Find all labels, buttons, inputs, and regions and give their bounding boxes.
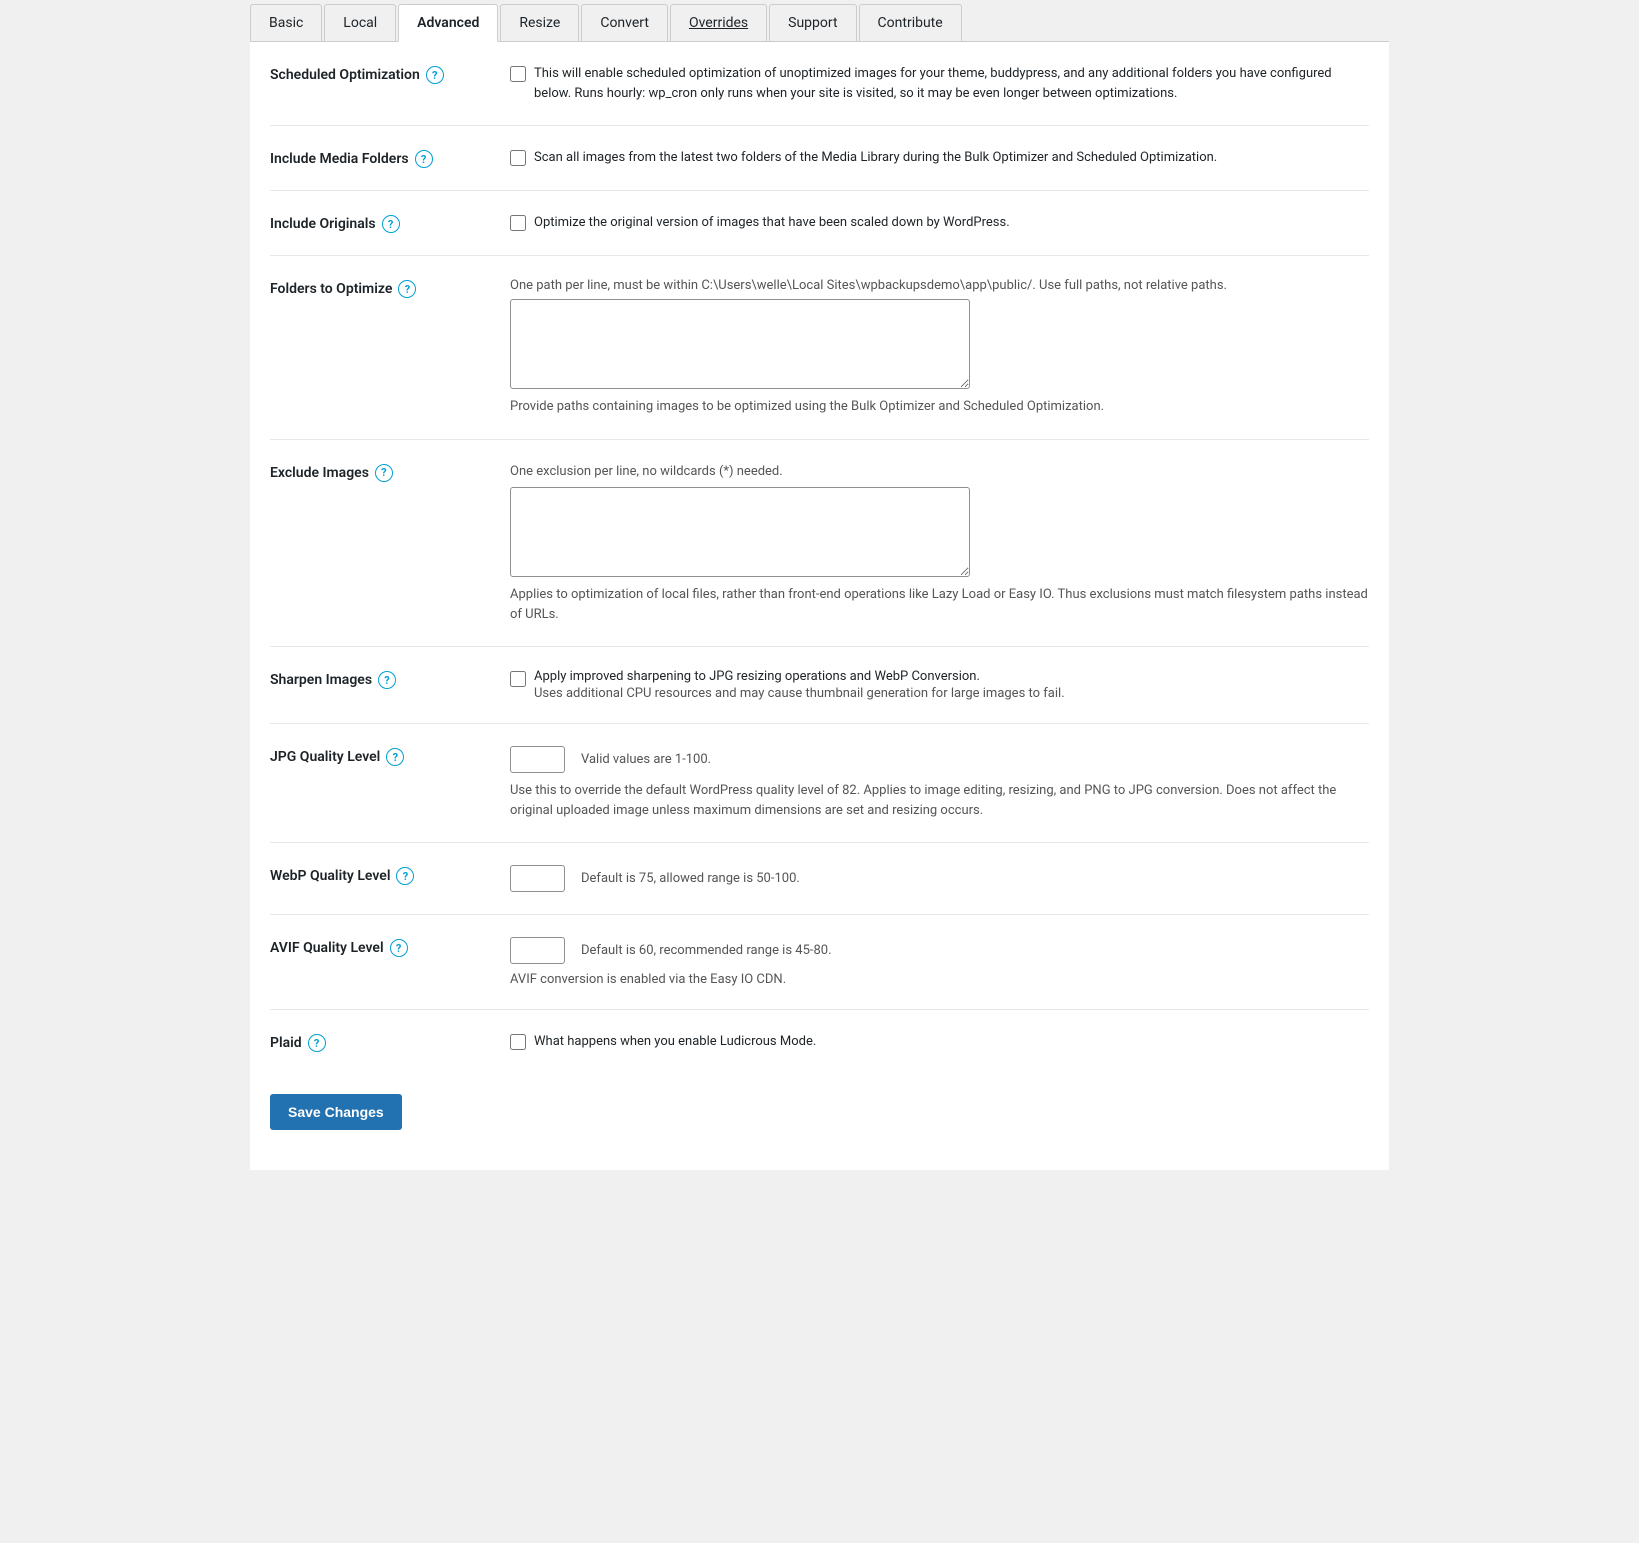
avif-quality-level-label: AVIF Quality Level ?	[270, 937, 490, 957]
settings-content: Scheduled Optimization ? This will enabl…	[250, 42, 1389, 1074]
plaid-row: Plaid ? What happens when you enable Lud…	[270, 1010, 1369, 1074]
exclude-images-description-below: Applies to optimization of local files, …	[510, 585, 1369, 624]
plaid-control: What happens when you enable Ludicrous M…	[510, 1032, 1369, 1052]
tab-resize[interactable]: Resize	[500, 4, 579, 41]
include-media-folders-help-icon[interactable]: ?	[415, 150, 433, 168]
tabs-bar: Basic Local Advanced Resize Convert Over…	[250, 0, 1389, 42]
tab-convert[interactable]: Convert	[581, 4, 668, 41]
include-media-folders-checkbox[interactable]	[510, 150, 526, 166]
folders-to-optimize-textarea[interactable]	[510, 299, 970, 389]
webp-quality-input[interactable]	[510, 865, 565, 892]
jpg-quality-level-help-icon[interactable]: ?	[386, 748, 404, 766]
webp-quality-level-label: WebP Quality Level ?	[270, 865, 490, 885]
tab-support[interactable]: Support	[769, 4, 856, 41]
exclude-images-help-icon[interactable]: ?	[375, 464, 393, 482]
tab-basic[interactable]: Basic	[250, 4, 322, 41]
include-media-folders-label: Include Media Folders ?	[270, 148, 490, 168]
include-originals-checkbox[interactable]	[510, 215, 526, 231]
sharpen-images-row: Sharpen Images ? Apply improved sharpeni…	[270, 647, 1369, 724]
jpg-quality-description-below: Use this to override the default WordPre…	[510, 781, 1369, 820]
scheduled-optimization-checkbox-row: This will enable scheduled optimization …	[510, 64, 1369, 103]
webp-quality-inline-description: Default is 75, allowed range is 50-100.	[581, 871, 800, 886]
plaid-description: What happens when you enable Ludicrous M…	[534, 1032, 816, 1052]
sharpen-images-description-line1: Apply improved sharpening to JPG resizin…	[534, 669, 1065, 684]
jpg-quality-level-label: JPG Quality Level ?	[270, 746, 490, 766]
tab-local[interactable]: Local	[324, 4, 396, 41]
sharpen-images-control: Apply improved sharpening to JPG resizin…	[510, 669, 1369, 701]
jpg-quality-inline-description: Valid values are 1-100.	[581, 752, 711, 767]
plaid-checkbox-row: What happens when you enable Ludicrous M…	[510, 1032, 1369, 1052]
scheduled-optimization-checkbox[interactable]	[510, 66, 526, 82]
exclude-images-control: One exclusion per line, no wildcards (*)…	[510, 462, 1369, 625]
include-originals-description: Optimize the original version of images …	[534, 213, 1010, 233]
folders-to-optimize-label: Folders to Optimize ?	[270, 278, 490, 298]
exclude-images-label: Exclude Images ?	[270, 462, 490, 482]
folders-to-optimize-help-icon[interactable]: ?	[398, 280, 416, 298]
plaid-label: Plaid ?	[270, 1032, 490, 1052]
webp-quality-level-row: WebP Quality Level ? Default is 75, allo…	[270, 843, 1369, 915]
exclude-images-row: Exclude Images ? One exclusion per line,…	[270, 440, 1369, 648]
sharpen-images-checkbox-row: Apply improved sharpening to JPG resizin…	[510, 669, 1369, 701]
avif-quality-input[interactable]	[510, 937, 565, 964]
folders-to-optimize-description-below: Provide paths containing images to be op…	[510, 397, 1369, 417]
tab-overrides[interactable]: Overrides	[670, 4, 767, 41]
include-originals-label: Include Originals ?	[270, 213, 490, 233]
jpg-quality-input[interactable]	[510, 746, 565, 773]
tab-advanced[interactable]: Advanced	[398, 4, 498, 42]
save-changes-button[interactable]: Save Changes	[270, 1094, 402, 1130]
webp-quality-level-help-icon[interactable]: ?	[396, 867, 414, 885]
sharpen-images-help-icon[interactable]: ?	[378, 671, 396, 689]
include-media-folders-row: Include Media Folders ? Scan all images …	[270, 126, 1369, 191]
avif-quality-description-below: AVIF conversion is enabled via the Easy …	[510, 972, 1369, 987]
include-originals-row: Include Originals ? Optimize the origina…	[270, 191, 1369, 256]
jpg-quality-level-row: JPG Quality Level ? Valid values are 1-1…	[270, 724, 1369, 843]
include-originals-control: Optimize the original version of images …	[510, 213, 1369, 233]
scheduled-optimization-label: Scheduled Optimization ?	[270, 64, 490, 84]
sharpen-images-checkbox[interactable]	[510, 671, 526, 687]
folders-to-optimize-row: Folders to Optimize ? One path per line,…	[270, 256, 1369, 440]
avif-quality-inline-description: Default is 60, recommended range is 45-8…	[581, 943, 832, 958]
include-media-folders-checkbox-row: Scan all images from the latest two fold…	[510, 148, 1369, 168]
avif-quality-level-help-icon[interactable]: ?	[390, 939, 408, 957]
plaid-checkbox[interactable]	[510, 1034, 526, 1050]
sharpen-images-label: Sharpen Images ?	[270, 669, 490, 689]
include-originals-checkbox-row: Optimize the original version of images …	[510, 213, 1369, 233]
include-media-folders-control: Scan all images from the latest two fold…	[510, 148, 1369, 168]
exclude-images-description-above: One exclusion per line, no wildcards (*)…	[510, 462, 1369, 482]
sharpen-images-description-line2: Uses additional CPU resources and may ca…	[534, 686, 1065, 701]
include-media-folders-description: Scan all images from the latest two fold…	[534, 148, 1217, 168]
exclude-images-textarea[interactable]	[510, 487, 970, 577]
plaid-help-icon[interactable]: ?	[308, 1034, 326, 1052]
include-originals-help-icon[interactable]: ?	[382, 215, 400, 233]
jpg-quality-level-control: Valid values are 1-100. Use this to over…	[510, 746, 1369, 820]
scheduled-optimization-row: Scheduled Optimization ? This will enabl…	[270, 42, 1369, 126]
folders-to-optimize-control: One path per line, must be within C:\Use…	[510, 278, 1369, 417]
avif-quality-level-row: AVIF Quality Level ? Default is 60, reco…	[270, 915, 1369, 1010]
folders-to-optimize-path-hint: One path per line, must be within C:\Use…	[510, 278, 1369, 293]
scheduled-optimization-control: This will enable scheduled optimization …	[510, 64, 1369, 103]
scheduled-optimization-help-icon[interactable]: ?	[426, 66, 444, 84]
avif-quality-level-control: Default is 60, recommended range is 45-8…	[510, 937, 1369, 987]
webp-quality-level-control: Default is 75, allowed range is 50-100.	[510, 865, 1369, 892]
scheduled-optimization-description: This will enable scheduled optimization …	[534, 64, 1369, 103]
tab-contribute[interactable]: Contribute	[859, 4, 962, 41]
